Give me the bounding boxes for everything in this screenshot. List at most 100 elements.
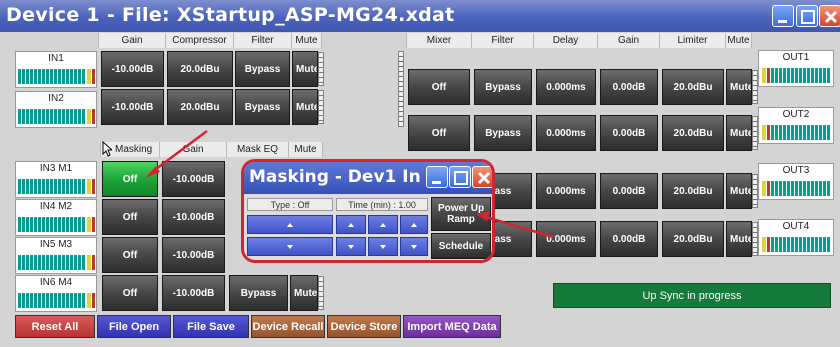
window-title: Device 1 - File: XStartup_ASP-MG24.xdat xyxy=(6,4,455,26)
close-icon xyxy=(477,171,491,185)
out4-delay[interactable]: 0.000ms xyxy=(536,221,596,257)
in4-masking[interactable]: Off xyxy=(102,199,158,235)
in1-filter[interactable]: Bypass xyxy=(235,51,290,87)
power-up-ramp-button[interactable]: Power Up Ramp xyxy=(431,197,491,231)
out1-mute[interactable]: Mute xyxy=(726,69,752,105)
header-mic-mute: Mute xyxy=(289,142,323,157)
dialog-maximize-button[interactable] xyxy=(449,166,471,188)
time-coarse-up-button[interactable] xyxy=(336,215,366,234)
in5-masking[interactable]: Off xyxy=(102,237,158,273)
output-channel-out1[interactable]: OUT1 xyxy=(758,50,834,87)
close-icon xyxy=(824,10,838,24)
in2-compressor[interactable]: 20.0dBu xyxy=(167,89,233,125)
out3-delay[interactable]: 0.000ms xyxy=(536,173,596,209)
header-mute: Mute xyxy=(292,33,322,48)
out1-delay[interactable]: 0.000ms xyxy=(536,69,596,105)
input-channel-in2[interactable]: IN2 xyxy=(15,91,97,128)
in2-gain[interactable]: -10.00dB xyxy=(101,89,164,125)
down-arrow-icon xyxy=(287,244,293,249)
dialog-close-button[interactable] xyxy=(472,166,492,188)
mixer-meter-1 xyxy=(398,51,404,127)
time-mid-down-button[interactable] xyxy=(368,237,398,256)
in6-mask-eq[interactable]: Bypass xyxy=(229,275,288,311)
in1-level-bar xyxy=(318,52,324,86)
reset-all-button[interactable]: Reset All xyxy=(15,315,95,338)
header-filter: Filter xyxy=(234,33,292,48)
time-mid-up-button[interactable] xyxy=(368,215,398,234)
input-channel-in6-m4[interactable]: IN6 M4 xyxy=(15,275,97,312)
dialog-minimize-button[interactable] xyxy=(426,166,448,188)
in5-gain[interactable]: -10.00dB xyxy=(162,237,225,273)
out1-gain[interactable]: 0.00dB xyxy=(600,69,658,105)
in3-gain[interactable]: -10.00dB xyxy=(162,161,225,197)
in2-filter[interactable]: Bypass xyxy=(235,89,290,125)
level-meter xyxy=(18,255,95,270)
mouse-cursor-icon xyxy=(102,141,112,157)
in6-mute[interactable]: Mute xyxy=(290,275,318,311)
input-channel-in5-m3[interactable]: IN5 M3 xyxy=(15,237,97,274)
out1-filter[interactable]: Bypass xyxy=(474,69,532,105)
in6-gain[interactable]: -10.00dB xyxy=(162,275,225,311)
minimize-icon xyxy=(432,181,441,184)
out4-mute[interactable]: Mute xyxy=(726,221,752,257)
window-titlebar: Device 1 - File: XStartup_ASP-MG24.xdat xyxy=(0,0,840,32)
header-limiter: Limiter xyxy=(660,33,726,48)
header-mixer: Mixer xyxy=(406,33,472,48)
output-channel-out3[interactable]: OUT3 xyxy=(758,163,834,200)
maximize-button[interactable] xyxy=(796,5,818,27)
time-fine-up-button[interactable] xyxy=(400,215,428,234)
out2-gain[interactable]: 0.00dB xyxy=(600,115,658,151)
level-meter xyxy=(18,109,95,124)
dialog-titlebar: Masking - Dev1 In ... xyxy=(244,162,492,194)
in1-compressor[interactable]: 20.0dBu xyxy=(167,51,233,87)
schedule-button[interactable]: Schedule xyxy=(431,233,491,259)
input-channel-in1[interactable]: IN1 xyxy=(15,51,97,88)
device-recall-button[interactable]: Device Recall xyxy=(251,315,325,338)
out1-limiter[interactable]: 20.0dBu xyxy=(662,69,724,105)
out4-gain[interactable]: 0.00dB xyxy=(600,221,658,257)
in2-mute[interactable]: Mute xyxy=(292,89,318,125)
in6-level-bar xyxy=(318,276,324,310)
dialog-title: Masking - Dev1 In ... xyxy=(249,167,446,187)
level-meter xyxy=(18,217,95,232)
input-channel-in3-m1[interactable]: IN3 M1 xyxy=(15,161,97,198)
level-meter xyxy=(762,181,831,196)
out2-filter[interactable]: Bypass xyxy=(474,115,532,151)
out3-mute[interactable]: Mute xyxy=(726,173,752,209)
type-down-button[interactable] xyxy=(247,237,333,256)
out2-delay[interactable]: 0.000ms xyxy=(536,115,596,151)
out2-mixer[interactable]: Off xyxy=(408,115,470,151)
out1-mixer[interactable]: Off xyxy=(408,69,470,105)
out3-limiter[interactable]: 20.0dBu xyxy=(662,173,724,209)
in4-gain[interactable]: -10.00dB xyxy=(162,199,225,235)
level-meter xyxy=(762,125,831,140)
masking-dialog: Masking - Dev1 In ... Type : Off Time (m… xyxy=(241,159,495,263)
in1-mute[interactable]: Mute xyxy=(292,51,318,87)
output-channel-out2[interactable]: OUT2 xyxy=(758,107,834,144)
down-arrow-icon xyxy=(380,244,386,249)
in1-gain[interactable]: -10.00dB xyxy=(101,51,164,87)
sync-status-bar: Up Sync in progress xyxy=(553,283,831,308)
in2-level-bar xyxy=(318,90,324,124)
header-gain-out: Gain xyxy=(598,33,660,48)
in3-masking[interactable]: Off xyxy=(102,161,158,197)
device-store-button[interactable]: Device Store xyxy=(327,315,401,338)
file-save-button[interactable]: File Save xyxy=(173,315,249,338)
import-meq-data-button[interactable]: Import MEQ Data xyxy=(403,315,501,338)
in6-masking[interactable]: Off xyxy=(102,275,158,311)
close-button[interactable] xyxy=(819,5,840,27)
time-coarse-down-button[interactable] xyxy=(336,237,366,256)
file-open-button[interactable]: File Open xyxy=(97,315,171,338)
out4-limiter[interactable]: 20.0dBu xyxy=(662,221,724,257)
time-fine-down-button[interactable] xyxy=(400,237,428,256)
out2-mute[interactable]: Mute xyxy=(726,115,752,151)
minimize-button[interactable] xyxy=(772,5,794,27)
out3-gain[interactable]: 0.00dB xyxy=(600,173,658,209)
down-arrow-icon xyxy=(348,244,354,249)
out2-limiter[interactable]: 20.0dBu xyxy=(662,115,724,151)
output-channel-out4[interactable]: OUT4 xyxy=(758,219,834,256)
up-arrow-icon xyxy=(380,222,386,227)
header-gain: Gain xyxy=(98,33,166,48)
type-up-button[interactable] xyxy=(247,215,333,234)
input-channel-in4-m2[interactable]: IN4 M2 xyxy=(15,199,97,236)
